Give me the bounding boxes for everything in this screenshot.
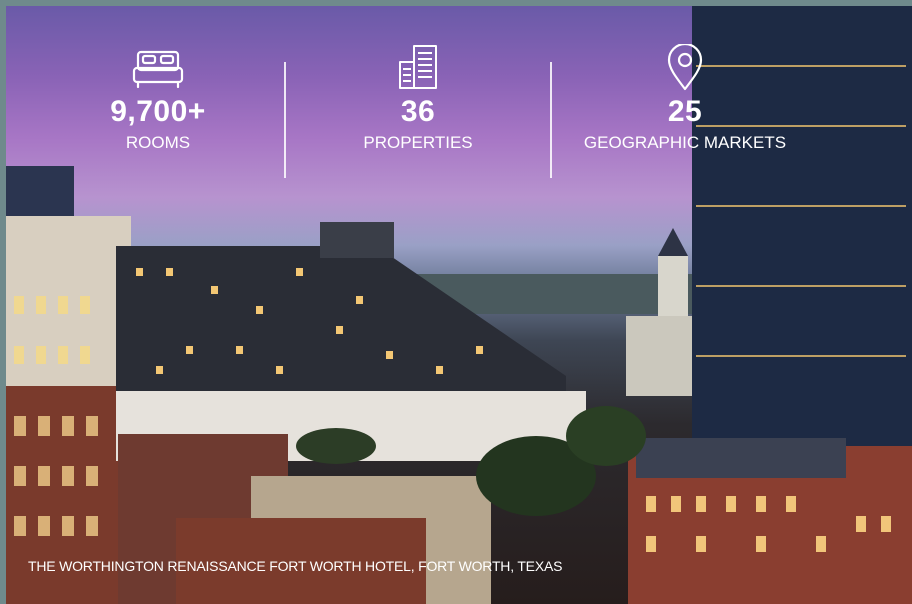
stat-properties-label: PROPERTIES [363, 133, 473, 152]
stat-divider [284, 62, 286, 178]
stat-markets-value: 25 [667, 95, 703, 128]
stat-rooms-label: ROOMS [125, 133, 191, 152]
stat-properties: 36 PROPERTIES [298, 44, 538, 154]
building-icon [399, 45, 437, 89]
stat-rooms-value: 9,700+ [110, 95, 206, 128]
stat-rooms: 9,700+ ROOMS [38, 44, 278, 154]
bed-icon [132, 50, 184, 89]
stat-properties-value: 36 [400, 95, 436, 128]
stat-divider [550, 62, 552, 178]
stat-markets: 25 GEOGRAPHIC MARKETS [565, 44, 805, 154]
stat-markets-label: GEOGRAPHIC MARKETS [583, 133, 787, 152]
location-pin-icon [667, 44, 703, 91]
photo-caption: THE WORTHINGTON RENAISSANCE FORT WORTH H… [28, 558, 563, 574]
